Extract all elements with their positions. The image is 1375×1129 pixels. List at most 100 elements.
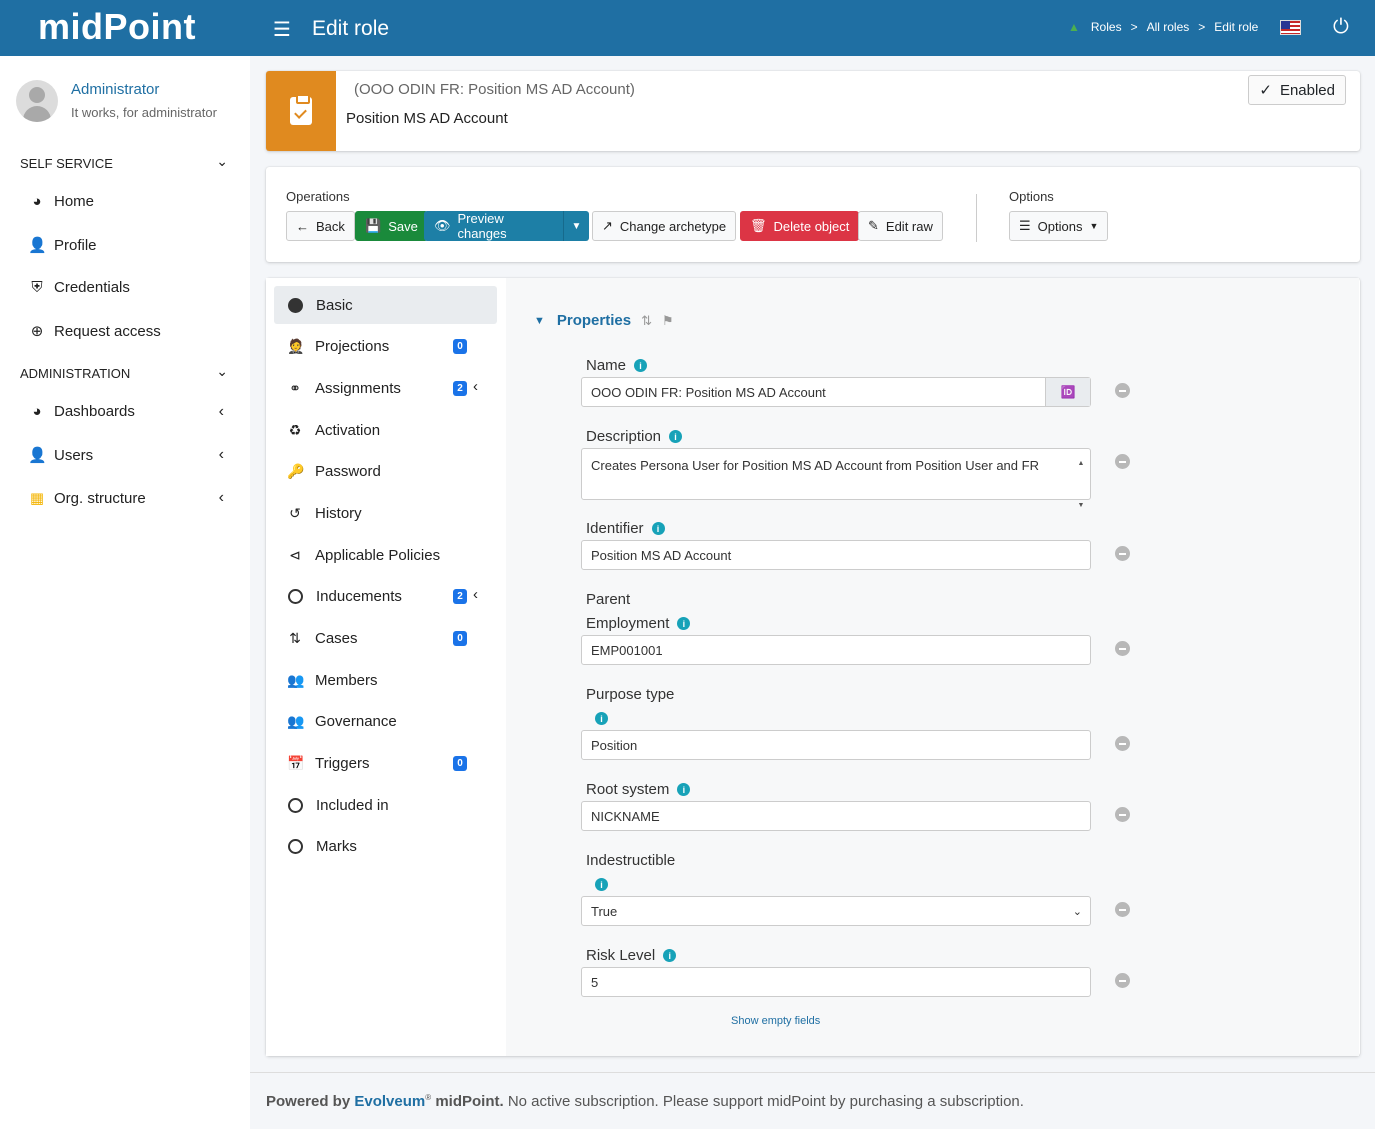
sidebar-item-users[interactable]: 👤 Users ‹ (28, 446, 228, 464)
tab-triggers[interactable]: 📅 Triggers 0 (274, 744, 497, 782)
save-icon: 💾 (365, 218, 382, 233)
power-icon[interactable]: ⏻ (1333, 16, 1349, 39)
info-icon[interactable]: i (663, 949, 677, 962)
remove-root-system-button[interactable] (1115, 807, 1130, 822)
info-icon[interactable]: i (651, 522, 665, 535)
remove-purpose-type-button[interactable] (1115, 736, 1130, 751)
tab-label: Assignments (315, 379, 401, 397)
sidebar-item-profile[interactable]: 👤 Profile (28, 236, 228, 255)
tab-applicable-policies[interactable]: ⊲ Applicable Policies (274, 536, 497, 574)
tab-assignments[interactable]: ⚭ Assignments 2 ‹ (274, 369, 497, 407)
preview-changes-button[interactable]: 👁 Preview changes (424, 211, 564, 241)
tab-projections[interactable]: 🤵 Projections 0 (274, 327, 497, 365)
edit-raw-label: Edit raw (885, 218, 933, 234)
info-icon[interactable]: i (669, 430, 683, 443)
tab-label: Password (315, 462, 381, 480)
change-archetype-button[interactable]: ↗ Change archetype (592, 211, 737, 241)
tab-history[interactable]: ↺ History (274, 494, 497, 532)
id-card-icon[interactable]: 🆔 (1045, 378, 1090, 406)
employment-label: Employment i (586, 615, 691, 632)
sidebar-item-credentials[interactable]: ⛨ Credentials (28, 279, 228, 296)
breadcrumb-all-roles[interactable]: All roles (1147, 20, 1190, 34)
edit-raw-button[interactable]: ✎ Edit raw (858, 211, 943, 241)
tab-included-in[interactable]: Included in (274, 786, 497, 824)
info-icon[interactable]: i (634, 359, 648, 372)
identifier-input[interactable]: Position MS AD Account (581, 540, 1091, 570)
tab-label: Cases (315, 629, 358, 647)
tab-members[interactable]: 👥 Members (274, 661, 497, 699)
description-textarea[interactable]: Creates Persona User for Position MS AD … (581, 448, 1091, 509)
tab-marks[interactable]: Marks (274, 827, 497, 865)
footer-product: midPoint. (435, 1093, 504, 1110)
description-label: Description i (586, 428, 683, 445)
sidebar-item-label: Home (54, 193, 95, 210)
risk-level-label: Risk Level i (586, 947, 677, 964)
footer-vendor-link[interactable]: Evolveum (354, 1093, 425, 1110)
indestructible-select[interactable]: True ⌄ (581, 896, 1091, 926)
remove-risk-level-button[interactable] (1115, 973, 1130, 988)
main-content: Basic 🤵 Projections 0 ⚭ Assignments 2 ‹ … (266, 278, 1360, 1056)
show-empty-fields-link[interactable]: Show empty fields (731, 1015, 820, 1027)
scrollbar[interactable]: ▲ ▼ (1076, 453, 1086, 509)
sidebar-item-org-structure[interactable]: ▦ Org. structure ‹ (28, 489, 228, 507)
name-input[interactable]: OOO ODIN FR: Position MS AD Account 🆔 (581, 377, 1091, 407)
tab-label: Governance (315, 712, 397, 730)
caret-down-icon: ▼ (571, 220, 582, 232)
circle-icon (288, 797, 303, 813)
clipboard-check-icon (266, 71, 336, 151)
tab-label: Marks (316, 837, 357, 855)
info-icon[interactable]: i (595, 878, 608, 891)
sidebar-item-request-access[interactable]: ⊕ Request access (28, 322, 228, 341)
parent-employment-input[interactable]: EMP001001 (581, 635, 1091, 665)
breadcrumb-separator: > (1130, 20, 1138, 34)
trash-icon: 🗑 (750, 218, 767, 233)
recycle-icon: ♻ (288, 421, 302, 438)
save-button[interactable]: 💾 Save (355, 211, 428, 241)
options-dropdown[interactable]: ☰ Options ▼ (1009, 211, 1109, 241)
remove-name-button[interactable] (1115, 383, 1130, 398)
preview-dropdown-toggle[interactable]: ▼ (563, 211, 589, 241)
purpose-type-input[interactable]: Position (581, 730, 1091, 760)
section-administration[interactable]: ADMINISTRATION ⌄ (20, 363, 230, 381)
info-icon[interactable]: i (677, 617, 691, 630)
info-icon[interactable]: i (595, 712, 608, 725)
breadcrumb-roles[interactable]: Roles (1091, 20, 1122, 34)
menu-toggle-icon[interactable]: ☰ (273, 17, 291, 42)
sidebar-item-home[interactable]: ◕ Home (28, 193, 228, 210)
tab-inducements[interactable]: Inducements 2 ‹ (274, 577, 497, 615)
us-flag-icon[interactable] (1280, 20, 1301, 35)
dashboard-icon: ◕ (32, 403, 42, 420)
root-system-input[interactable]: NICKNAME (581, 801, 1091, 831)
remove-indestructible-button[interactable] (1115, 902, 1130, 917)
tab-cases[interactable]: ⇅ Cases 0 (274, 619, 497, 657)
breadcrumb-separator: > (1198, 20, 1206, 34)
root-system-label: Root system i (586, 781, 691, 798)
field-value: Position (591, 737, 638, 753)
status-badge[interactable]: ✓ Enabled (1248, 75, 1346, 105)
count-badge: 0 (453, 631, 467, 646)
tab-basic[interactable]: Basic (274, 286, 497, 324)
tab-password[interactable]: 🔑 Password (274, 452, 497, 490)
chevron-left-icon: ‹ (218, 489, 224, 506)
user-name[interactable]: Administrator (71, 81, 159, 98)
field-value: EMP001001 (591, 642, 663, 658)
info-icon[interactable]: i (677, 783, 691, 796)
field-label: Employment (586, 615, 670, 632)
building-icon: ▦ (29, 490, 45, 507)
brand-logo[interactable]: midPoint (38, 6, 196, 48)
footer-powered: Powered by (266, 1093, 351, 1110)
tab-governance[interactable]: 👥 Governance (274, 702, 497, 740)
tab-activation[interactable]: ♻ Activation (274, 411, 497, 449)
properties-header[interactable]: ▼ Properties ⇅ ⚑ (534, 312, 674, 329)
delete-object-button[interactable]: 🗑 Delete object (740, 211, 860, 241)
tag-icon[interactable]: ⚑ (662, 313, 674, 329)
risk-level-input[interactable]: 5 (581, 967, 1091, 997)
section-self-service[interactable]: SELF SERVICE ⌄ (20, 153, 230, 171)
sidebar-item-dashboards[interactable]: ◕ Dashboards ‹ (28, 403, 228, 421)
remove-description-button[interactable] (1115, 454, 1130, 469)
preview-label: Preview changes (457, 211, 507, 241)
remove-employment-button[interactable] (1115, 641, 1130, 656)
sort-icon[interactable]: ⇅ (641, 313, 652, 329)
remove-identifier-button[interactable] (1115, 546, 1130, 561)
back-button[interactable]: ← Back (286, 211, 355, 241)
